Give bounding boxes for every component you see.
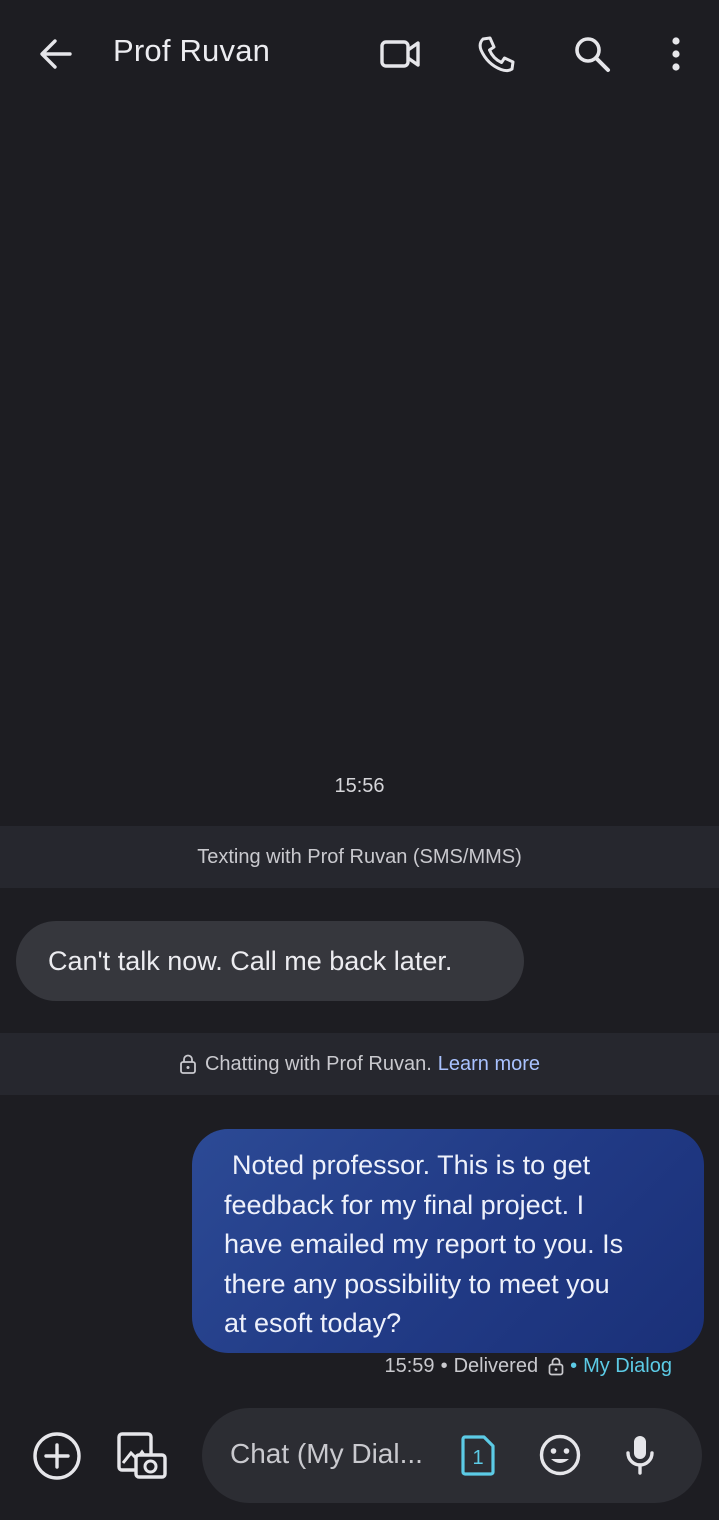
microphone-icon bbox=[626, 1436, 654, 1475]
more-options-button[interactable] bbox=[656, 28, 696, 80]
chat-notice-banner: Chatting with Prof Ruvan. Learn more bbox=[0, 1033, 719, 1095]
message-time: 15:59 bbox=[384, 1355, 435, 1377]
message-status-line: 15:59 • Delivered • My Dialog bbox=[385, 1355, 673, 1378]
message-line: Noted professor. This is to get bbox=[232, 1150, 591, 1180]
message-line: have emailed my report to you. Is bbox=[224, 1229, 624, 1259]
message-group-timestamp: 15:56 bbox=[334, 775, 385, 797]
carrier-label: My Dialog bbox=[583, 1355, 672, 1377]
sim-selector-button[interactable]: 1 bbox=[460, 1434, 500, 1478]
message-line: there any possibility to meet you bbox=[224, 1268, 610, 1299]
emoji-icon bbox=[539, 1434, 581, 1476]
messages-screen: Prof Ruvan 15:56 Texting with Prof Ruvan… bbox=[0, 0, 719, 1520]
delivery-status: Delivered bbox=[453, 1355, 539, 1377]
message-line: feedback for my final project. I bbox=[224, 1189, 585, 1220]
separator-dot: • bbox=[570, 1355, 578, 1377]
outgoing-message-bubble[interactable]: Noted professor. This is to get feedback… bbox=[192, 1129, 704, 1353]
emoji-button[interactable] bbox=[538, 1433, 586, 1481]
search-icon bbox=[575, 37, 610, 72]
composer-placeholder[interactable]: Chat (My Dial... bbox=[230, 1438, 423, 1470]
search-button[interactable] bbox=[566, 28, 618, 80]
back-arrow-icon bbox=[40, 39, 72, 69]
chat-notice-text: Chatting with Prof Ruvan. bbox=[204, 1052, 432, 1075]
video-call-button[interactable] bbox=[372, 30, 430, 78]
conversation-header: Prof Ruvan bbox=[0, 0, 719, 108]
message-line: at esoft today? bbox=[224, 1308, 402, 1338]
sms-notice-text: Texting with Prof Ruvan (SMS/MMS) bbox=[197, 845, 522, 868]
incoming-message-text: Can't talk now. Call me back later. bbox=[48, 945, 453, 976]
phone-call-button[interactable] bbox=[470, 30, 522, 78]
lock-icon bbox=[548, 1357, 564, 1376]
add-circle-icon bbox=[33, 1432, 81, 1480]
gallery-camera-button[interactable] bbox=[114, 1428, 170, 1484]
back-button[interactable] bbox=[30, 30, 82, 78]
lock-icon bbox=[179, 1054, 197, 1074]
video-call-icon bbox=[380, 40, 420, 68]
sim-number: 1 bbox=[472, 1447, 483, 1469]
contact-name[interactable]: Prof Ruvan bbox=[113, 33, 270, 69]
separator-dot: • bbox=[440, 1355, 448, 1377]
learn-more-link[interactable]: Learn more bbox=[438, 1053, 540, 1076]
add-attachment-button[interactable] bbox=[31, 1430, 83, 1482]
sim-card-icon: 1 bbox=[461, 1435, 495, 1476]
message-composer[interactable]: Chat (My Dial... 1 bbox=[202, 1408, 702, 1503]
more-vert-icon bbox=[672, 37, 680, 71]
sms-notice-banner: Texting with Prof Ruvan (SMS/MMS) bbox=[0, 826, 719, 888]
phone-icon bbox=[478, 36, 515, 73]
gallery-camera-icon bbox=[117, 1432, 167, 1479]
voice-input-button[interactable] bbox=[622, 1433, 666, 1481]
incoming-message-bubble[interactable]: Can't talk now. Call me back later. bbox=[16, 921, 524, 1001]
